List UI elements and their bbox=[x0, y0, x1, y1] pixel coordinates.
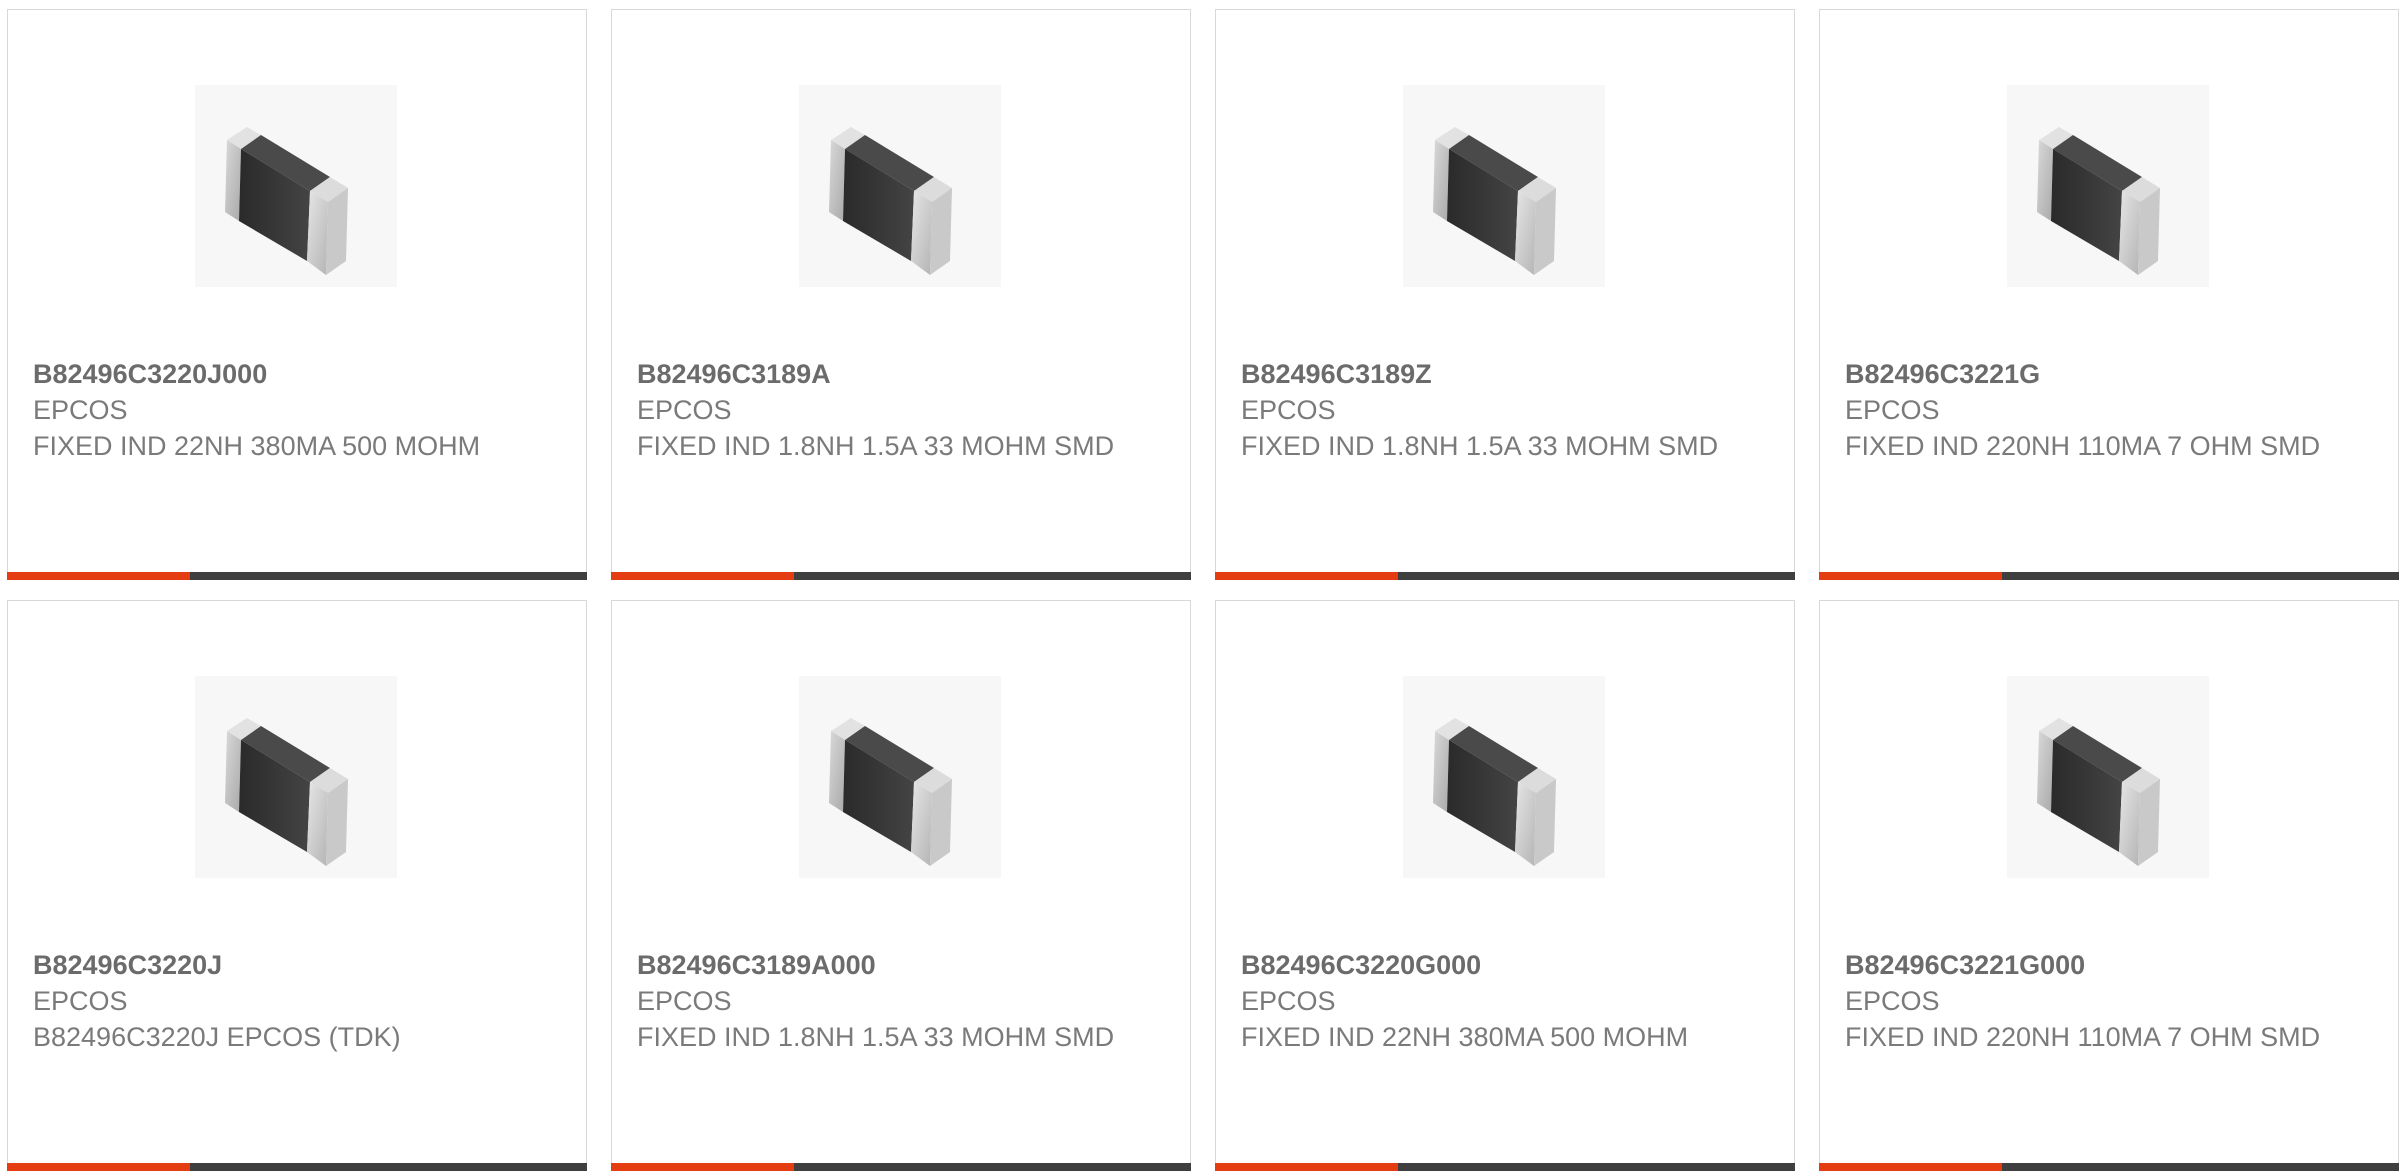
card-bar-accent bbox=[1819, 1163, 2002, 1171]
manufacturer: EPCOS bbox=[33, 986, 128, 1016]
product-card[interactable]: B82496C3220J EPCOS B82496C3220J EPCOS (T… bbox=[7, 600, 587, 1171]
part-number[interactable]: B82496C3220J000 bbox=[33, 356, 533, 392]
smd-inductor-image[interactable] bbox=[195, 676, 397, 878]
card-bar-dark bbox=[190, 1163, 587, 1171]
part-number[interactable]: B82496C3189A bbox=[637, 356, 1137, 392]
smd-inductor-image[interactable] bbox=[195, 85, 397, 287]
manufacturer: EPCOS bbox=[637, 986, 732, 1016]
product-description: B82496C3220J EPCOS (TDK) bbox=[33, 1022, 401, 1052]
card-bar-dark bbox=[190, 572, 587, 580]
card-footer-bar bbox=[1819, 572, 2399, 580]
smd-inductor-image[interactable] bbox=[1403, 85, 1605, 287]
card-footer-bar bbox=[1215, 1163, 1795, 1171]
card-bar-accent bbox=[7, 572, 190, 580]
part-number[interactable]: B82496C3221G bbox=[1845, 356, 2345, 392]
card-footer-bar bbox=[7, 1163, 587, 1171]
product-description: FIXED IND 220NH 110MA 7 OHM SMD bbox=[1845, 1022, 2321, 1052]
product-description: FIXED IND 1.8NH 1.5A 33 MOHM SMD bbox=[637, 431, 1115, 461]
part-number[interactable]: B82496C3220G000 bbox=[1241, 947, 1741, 983]
manufacturer: EPCOS bbox=[1845, 986, 1940, 1016]
product-card[interactable]: B82496C3189Z EPCOS FIXED IND 1.8NH 1.5A … bbox=[1215, 9, 1795, 580]
product-info: B82496C3189A EPCOS FIXED IND 1.8NH 1.5A … bbox=[637, 356, 1137, 464]
manufacturer: EPCOS bbox=[1241, 986, 1336, 1016]
card-bar-dark bbox=[794, 572, 1191, 580]
product-card[interactable]: B82496C3189A000 EPCOS FIXED IND 1.8NH 1.… bbox=[611, 600, 1191, 1171]
product-description: FIXED IND 22NH 380MA 500 MOHM bbox=[1241, 1022, 1689, 1052]
product-info: B82496C3221G EPCOS FIXED IND 220NH 110MA… bbox=[1845, 356, 2345, 464]
product-description: FIXED IND 22NH 380MA 500 MOHM bbox=[33, 431, 481, 461]
product-info: B82496C3220J EPCOS B82496C3220J EPCOS (T… bbox=[33, 947, 533, 1055]
part-number[interactable]: B82496C3189Z bbox=[1241, 356, 1741, 392]
product-grid: B82496C3220J000 EPCOS FIXED IND 22NH 380… bbox=[7, 9, 2399, 1171]
card-bar-dark bbox=[2002, 572, 2399, 580]
card-bar-accent bbox=[7, 1163, 190, 1171]
card-bar-accent bbox=[611, 1163, 794, 1171]
card-footer-bar bbox=[1215, 572, 1795, 580]
smd-inductor-image[interactable] bbox=[799, 676, 1001, 878]
product-info: B82496C3220J000 EPCOS FIXED IND 22NH 380… bbox=[33, 356, 533, 464]
product-card[interactable]: B82496C3189A EPCOS FIXED IND 1.8NH 1.5A … bbox=[611, 9, 1191, 580]
card-bar-dark bbox=[2002, 1163, 2399, 1171]
product-info: B82496C3189A000 EPCOS FIXED IND 1.8NH 1.… bbox=[637, 947, 1137, 1055]
product-info: B82496C3189Z EPCOS FIXED IND 1.8NH 1.5A … bbox=[1241, 356, 1741, 464]
card-bar-dark bbox=[794, 1163, 1191, 1171]
card-bar-accent bbox=[611, 572, 794, 580]
card-footer-bar bbox=[1819, 1163, 2399, 1171]
product-card[interactable]: B82496C3221G000 EPCOS FIXED IND 220NH 11… bbox=[1819, 600, 2399, 1171]
manufacturer: EPCOS bbox=[1241, 395, 1336, 425]
card-bar-accent bbox=[1819, 572, 2002, 580]
smd-inductor-image[interactable] bbox=[799, 85, 1001, 287]
smd-inductor-image[interactable] bbox=[2007, 676, 2209, 878]
product-card[interactable]: B82496C3221G EPCOS FIXED IND 220NH 110MA… bbox=[1819, 9, 2399, 580]
product-card[interactable]: B82496C3220G000 EPCOS FIXED IND 22NH 380… bbox=[1215, 600, 1795, 1171]
card-footer-bar bbox=[611, 1163, 1191, 1171]
product-description: FIXED IND 220NH 110MA 7 OHM SMD bbox=[1845, 431, 2321, 461]
smd-inductor-image[interactable] bbox=[1403, 676, 1605, 878]
product-card[interactable]: B82496C3220J000 EPCOS FIXED IND 22NH 380… bbox=[7, 9, 587, 580]
card-bar-dark bbox=[1398, 572, 1795, 580]
part-number[interactable]: B82496C3189A000 bbox=[637, 947, 1137, 983]
product-description: FIXED IND 1.8NH 1.5A 33 MOHM SMD bbox=[1241, 431, 1719, 461]
part-number[interactable]: B82496C3220J bbox=[33, 947, 533, 983]
card-bar-dark bbox=[1398, 1163, 1795, 1171]
card-footer-bar bbox=[7, 572, 587, 580]
part-number[interactable]: B82496C3221G000 bbox=[1845, 947, 2345, 983]
manufacturer: EPCOS bbox=[637, 395, 732, 425]
product-info: B82496C3220G000 EPCOS FIXED IND 22NH 380… bbox=[1241, 947, 1741, 1055]
product-info: B82496C3221G000 EPCOS FIXED IND 220NH 11… bbox=[1845, 947, 2345, 1055]
card-bar-accent bbox=[1215, 1163, 1398, 1171]
card-footer-bar bbox=[611, 572, 1191, 580]
product-description: FIXED IND 1.8NH 1.5A 33 MOHM SMD bbox=[637, 1022, 1115, 1052]
card-bar-accent bbox=[1215, 572, 1398, 580]
smd-inductor-image[interactable] bbox=[2007, 85, 2209, 287]
manufacturer: EPCOS bbox=[1845, 395, 1940, 425]
manufacturer: EPCOS bbox=[33, 395, 128, 425]
